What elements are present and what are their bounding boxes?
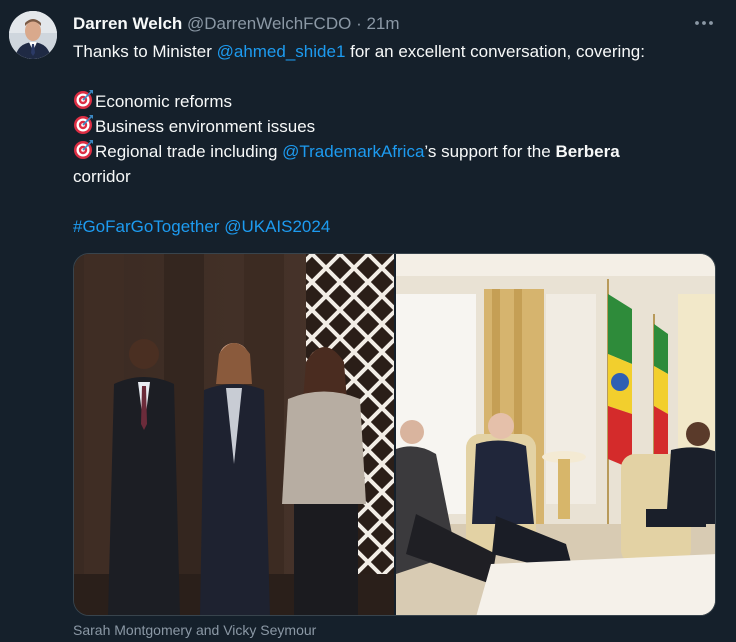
bullet-continuation: corridor	[73, 167, 131, 186]
tweet[interactable]: Darren Welch @DarrenWelchFCDO · 21m Than…	[0, 0, 736, 642]
mention-link[interactable]: @TrademarkAfrica	[282, 142, 424, 161]
mention-link[interactable]: @ahmed_shide1	[217, 42, 346, 61]
bullet-item: Business environment issues	[73, 114, 723, 139]
bullet-text: Economic reforms	[95, 92, 232, 111]
bullet-item: Economic reforms	[73, 89, 723, 114]
hashtag-link[interactable]: #GoFarGoTogether	[73, 217, 219, 236]
bullet-item: Regional trade including @TrademarkAfric…	[73, 139, 723, 164]
intro-prefix: Thanks to Minister	[73, 42, 217, 61]
photo-group-portrait[interactable]	[74, 254, 394, 615]
author-handle[interactable]: @DarrenWelchFCDO	[187, 14, 351, 33]
media-caption[interactable]: Sarah Montgomery and Vicky Seymour	[73, 621, 316, 639]
intro-suffix: for an excellent conversation, covering:	[345, 42, 645, 61]
direct-hit-icon	[73, 89, 94, 110]
bullet-text: Business environment issues	[95, 117, 316, 136]
direct-hit-icon	[73, 139, 94, 160]
bold-text: Berbera	[555, 142, 620, 161]
tweet-header: Darren Welch @DarrenWelchFCDO · 21m	[73, 13, 400, 35]
tweet-intro: Thanks to Minister @ahmed_shide1 for an …	[73, 39, 723, 64]
more-options-icon[interactable]	[692, 11, 716, 35]
separator-dot: ·	[356, 14, 362, 33]
direct-hit-icon	[73, 114, 94, 135]
author-name[interactable]: Darren Welch	[73, 14, 182, 33]
photo-meeting-room[interactable]	[396, 254, 715, 615]
tweet-time[interactable]: 21m	[366, 14, 399, 33]
mention-link[interactable]: @UKAIS2024	[224, 217, 330, 236]
avatar[interactable]	[9, 11, 57, 59]
media-grid	[73, 253, 716, 616]
tweet-text: Thanks to Minister @ahmed_shide1 for an …	[73, 39, 723, 239]
tag-line: #GoFarGoTogether @UKAIS2024	[73, 214, 723, 239]
bullet-text: Regional trade including	[95, 142, 283, 161]
bullet-text: ’s support for the	[424, 142, 556, 161]
